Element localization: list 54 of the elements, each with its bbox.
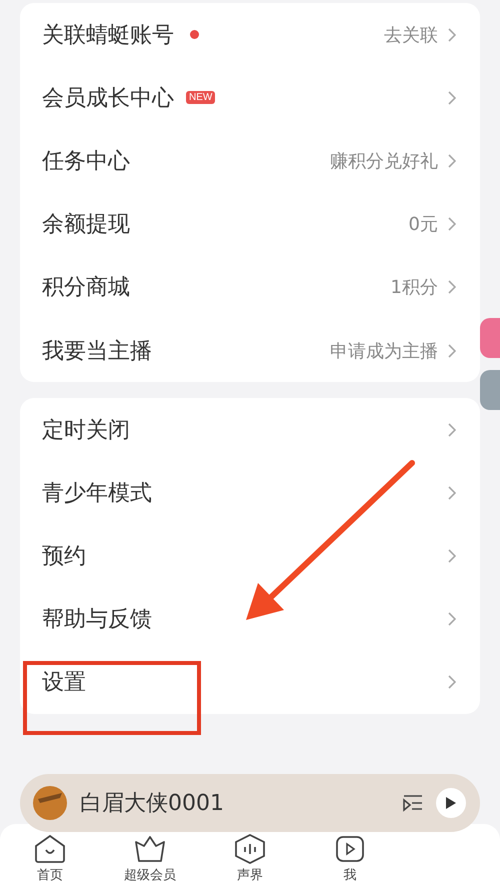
play-button[interactable] — [436, 788, 466, 818]
menu-item[interactable]: 余额提现 0元 — [20, 192, 480, 256]
chevron-icon — [448, 486, 456, 500]
hexagon-icon — [233, 834, 267, 864]
menu-item[interactable]: 预约 — [20, 524, 480, 588]
chevron-icon — [448, 549, 456, 564]
tab[interactable]: 首页 — [0, 834, 100, 894]
menu-label: 任务中心 — [42, 148, 130, 176]
chevron-icon — [448, 90, 456, 105]
chevron-icon — [448, 422, 456, 437]
chevron-icon — [448, 344, 456, 358]
menu-value: 赚积分兑好礼 — [330, 150, 438, 173]
notification-dot — [190, 30, 199, 40]
tab[interactable]: 声界 — [200, 834, 300, 894]
chevron-icon — [448, 280, 456, 294]
menu-value: 1积分 — [390, 276, 438, 300]
menu-value: 0元 — [408, 213, 438, 236]
menu-item[interactable]: 任务中心 赚积分兑好礼 — [20, 129, 480, 193]
menu-item[interactable]: 定时关闭 — [20, 398, 480, 462]
menu-item[interactable]: 设置 — [20, 650, 480, 714]
menu-item[interactable]: 积分商城 1积分 — [20, 256, 480, 319]
menu-item[interactable]: 我要当主播 申请成为主播 — [20, 318, 480, 382]
chevron-icon — [448, 675, 456, 690]
menu-label: 余额提现 — [42, 211, 130, 240]
tab[interactable]: 我 — [300, 834, 400, 894]
chevron-icon — [448, 612, 456, 626]
chevron-icon — [448, 28, 456, 42]
play-icon — [445, 796, 457, 810]
avatar — [32, 785, 68, 821]
crown-icon — [133, 834, 167, 864]
chevron-icon — [448, 217, 456, 232]
menu-value: 申请成为主播 — [330, 340, 438, 363]
track-title: 白眉大侠0001 — [80, 790, 225, 818]
menu-value: 去关联 — [384, 24, 438, 47]
menu-label: 关联蜻蜓账号 — [42, 22, 174, 50]
menu-label: 预约 — [42, 543, 86, 572]
menu-label: 会员成长中心 — [42, 84, 174, 113]
home-icon — [33, 834, 67, 864]
menu-item[interactable]: 青少年模式 — [20, 461, 480, 524]
chevron-icon — [448, 154, 456, 168]
menu-label: 青少年模式 — [42, 480, 152, 508]
menu-label: 帮助与反馈 — [42, 606, 152, 634]
menu-item[interactable]: 关联蜻蜓账号 去关联 — [20, 3, 480, 66]
menu-label: 我要当主播 — [42, 338, 152, 366]
menu-label: 定时关闭 — [42, 416, 130, 445]
playlist-icon[interactable] — [402, 794, 424, 812]
floating-button[interactable] — [480, 318, 500, 358]
new-badge: NEW — [186, 91, 216, 104]
menu-label: 设置 — [42, 669, 86, 698]
menu-item[interactable]: 会员成长中心 NEW — [20, 66, 480, 130]
menu-label: 积分商城 — [42, 274, 130, 302]
tab[interactable]: 超级会员 — [100, 834, 200, 894]
menu-item[interactable]: 帮助与反馈 — [20, 588, 480, 651]
play-square-icon — [333, 834, 367, 864]
